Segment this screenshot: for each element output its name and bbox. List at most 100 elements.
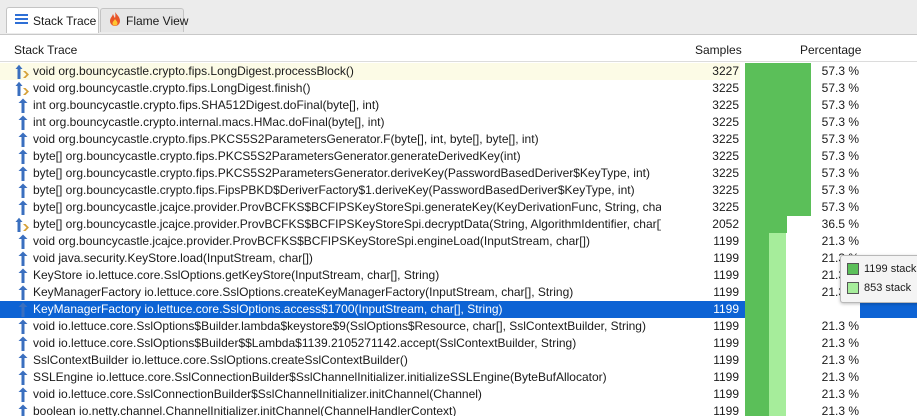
tab-flame-view[interactable]: Flame View bbox=[100, 8, 188, 32]
percentage-value: 21.3 % bbox=[821, 387, 859, 401]
percentage-value: 21.3 % bbox=[821, 370, 859, 384]
arrow-up-icon bbox=[15, 370, 31, 385]
table-row[interactable]: KeyStore io.lettuce.core.SslOptions.getK… bbox=[0, 267, 917, 284]
table-header: Stack Trace Samples Percentage bbox=[0, 39, 917, 62]
percentage-value: 57.3 % bbox=[821, 98, 859, 112]
tab-bar: Stack Trace Flame View bbox=[0, 0, 917, 35]
step-up-icon bbox=[15, 64, 31, 79]
percentage-value: 57.3 % bbox=[821, 166, 859, 180]
table-row[interactable]: byte[] org.bouncycastle.crypto.fips.Fips… bbox=[0, 182, 917, 199]
column-header-samples[interactable]: Samples bbox=[695, 43, 742, 57]
percentage-value: 57.3 % bbox=[821, 64, 859, 78]
tooltip-swatch bbox=[847, 263, 859, 275]
percentage-value: 36.5 % bbox=[821, 217, 859, 231]
sample-count: 3225 bbox=[712, 81, 739, 95]
sample-count: 1199 bbox=[713, 370, 739, 384]
arrow-up-icon bbox=[15, 353, 31, 368]
method-signature: byte[] org.bouncycastle.crypto.fips.Fips… bbox=[33, 183, 635, 197]
tab-stack-trace[interactable]: Stack Trace bbox=[6, 7, 99, 33]
percentage-value: 57.3 % bbox=[821, 149, 859, 163]
method-signature: void io.lettuce.core.SslOptions$Builder.… bbox=[33, 319, 646, 333]
arrow-up-icon bbox=[15, 319, 31, 334]
percentage-value: 21.3 % bbox=[821, 404, 859, 416]
table-row[interactable]: KeyManagerFactory io.lettuce.core.SslOpt… bbox=[0, 284, 917, 301]
table-row[interactable]: byte[] org.bouncycastle.crypto.fips.PKCS… bbox=[0, 148, 917, 165]
table-row[interactable]: void io.lettuce.core.SslOptions$Builder.… bbox=[0, 318, 917, 335]
arrow-up-icon bbox=[15, 387, 31, 402]
table-row[interactable]: void io.lettuce.core.SslOptions$Builder$… bbox=[0, 335, 917, 352]
list-icon bbox=[15, 13, 28, 28]
flame-icon bbox=[109, 12, 121, 29]
percentage-value: 57.3 % bbox=[821, 200, 859, 214]
tooltip-label: 853 stack bbox=[864, 282, 912, 294]
samples-tooltip: 1199 stack 853 stack bbox=[840, 255, 917, 303]
sample-count: 3225 bbox=[712, 115, 739, 129]
percentage-value: 21.3 % bbox=[821, 336, 859, 350]
arrow-up-icon bbox=[15, 149, 31, 164]
table-row[interactable]: void java.security.KeyStore.load(InputSt… bbox=[0, 250, 917, 267]
arrow-up-icon bbox=[15, 234, 31, 249]
table-row[interactable]: int org.bouncycastle.crypto.fips.SHA512D… bbox=[0, 97, 917, 114]
table-row[interactable]: byte[] org.bouncycastle.crypto.fips.PKCS… bbox=[0, 165, 917, 182]
arrow-up-icon bbox=[15, 115, 31, 130]
method-signature: void java.security.KeyStore.load(InputSt… bbox=[33, 251, 313, 265]
table-row[interactable]: SSLEngine io.lettuce.core.SslConnectionB… bbox=[0, 369, 917, 386]
table-row[interactable]: byte[] org.bouncycastle.jcajce.provider.… bbox=[0, 216, 917, 233]
percentage-value: 57.3 % bbox=[821, 115, 859, 129]
column-header-percentage[interactable]: Percentage bbox=[800, 43, 861, 57]
table-row[interactable]: boolean io.netty.channel.ChannelInitiali… bbox=[0, 403, 917, 416]
arrow-up-icon bbox=[15, 251, 31, 266]
method-signature: SSLEngine io.lettuce.core.SslConnectionB… bbox=[33, 370, 607, 384]
method-signature: byte[] org.bouncycastle.jcajce.provider.… bbox=[33, 200, 661, 214]
table-row[interactable]: void org.bouncycastle.jcajce.provider.Pr… bbox=[0, 233, 917, 250]
percentage-value: 57.3 % bbox=[821, 81, 859, 95]
sample-count: 1199 bbox=[713, 302, 739, 316]
arrow-up-icon bbox=[15, 302, 31, 317]
percentage-value: 57.3 % bbox=[821, 183, 859, 197]
percentage-value: 57.3 % bbox=[821, 132, 859, 146]
arrow-up-icon bbox=[15, 336, 31, 351]
table-row[interactable]: SslContextBuilder io.lettuce.core.SslOpt… bbox=[0, 352, 917, 369]
tab-flame-view-label: Flame View bbox=[126, 13, 189, 28]
table-row[interactable]: void org.bouncycastle.crypto.fips.PKCS5S… bbox=[0, 131, 917, 148]
arrow-up-icon bbox=[15, 166, 31, 181]
method-signature: void io.lettuce.core.SslConnectionBuilde… bbox=[33, 387, 482, 401]
sample-count: 3225 bbox=[712, 98, 739, 112]
sample-count: 1199 bbox=[713, 404, 739, 416]
method-signature: byte[] org.bouncycastle.jcajce.provider.… bbox=[33, 217, 661, 231]
table-row[interactable]: void org.bouncycastle.crypto.fips.LongDi… bbox=[0, 80, 917, 97]
method-signature: KeyManagerFactory io.lettuce.core.SslOpt… bbox=[33, 285, 574, 299]
sample-count: 1199 bbox=[713, 268, 739, 282]
sample-count: 2052 bbox=[712, 217, 739, 231]
column-header-stack-trace[interactable]: Stack Trace bbox=[14, 43, 77, 57]
step-up-icon bbox=[15, 217, 31, 232]
arrow-up-icon bbox=[15, 183, 31, 198]
sample-count: 1199 bbox=[713, 353, 739, 367]
table-row[interactable]: int org.bouncycastle.crypto.internal.mac… bbox=[0, 114, 917, 131]
method-signature: SslContextBuilder io.lettuce.core.SslOpt… bbox=[33, 353, 408, 367]
method-signature: void org.bouncycastle.crypto.fips.LongDi… bbox=[33, 64, 354, 78]
method-signature: int org.bouncycastle.crypto.fips.SHA512D… bbox=[33, 98, 380, 112]
tooltip-swatch bbox=[847, 282, 859, 294]
table-row[interactable]: KeyManagerFactory io.lettuce.core.SslOpt… bbox=[0, 301, 917, 318]
sample-count: 3225 bbox=[712, 200, 739, 214]
sample-count: 1199 bbox=[713, 251, 739, 265]
percentage-value: 21.3 % bbox=[821, 234, 859, 248]
sample-count: 1199 bbox=[713, 319, 739, 333]
table-row[interactable]: void org.bouncycastle.crypto.fips.LongDi… bbox=[0, 63, 917, 80]
tab-stack-trace-label: Stack Trace bbox=[33, 13, 97, 28]
step-up-icon bbox=[15, 81, 31, 96]
sample-count: 1199 bbox=[713, 234, 739, 248]
tooltip-label: 1199 stack bbox=[864, 263, 917, 275]
table-row[interactable]: byte[] org.bouncycastle.jcajce.provider.… bbox=[0, 199, 917, 216]
sample-count: 3225 bbox=[712, 149, 739, 163]
sample-count: 3225 bbox=[712, 183, 739, 197]
arrow-up-icon bbox=[15, 268, 31, 283]
method-signature: void org.bouncycastle.crypto.fips.LongDi… bbox=[33, 81, 311, 95]
sample-count: 1199 bbox=[713, 336, 739, 350]
method-signature: KeyManagerFactory io.lettuce.core.SslOpt… bbox=[33, 302, 503, 316]
method-signature: byte[] org.bouncycastle.crypto.fips.PKCS… bbox=[33, 166, 650, 180]
table-row[interactable]: void io.lettuce.core.SslConnectionBuilde… bbox=[0, 386, 917, 403]
method-signature: void io.lettuce.core.SslOptions$Builder$… bbox=[33, 336, 577, 350]
percentage-value: 21.3 % bbox=[821, 302, 859, 316]
